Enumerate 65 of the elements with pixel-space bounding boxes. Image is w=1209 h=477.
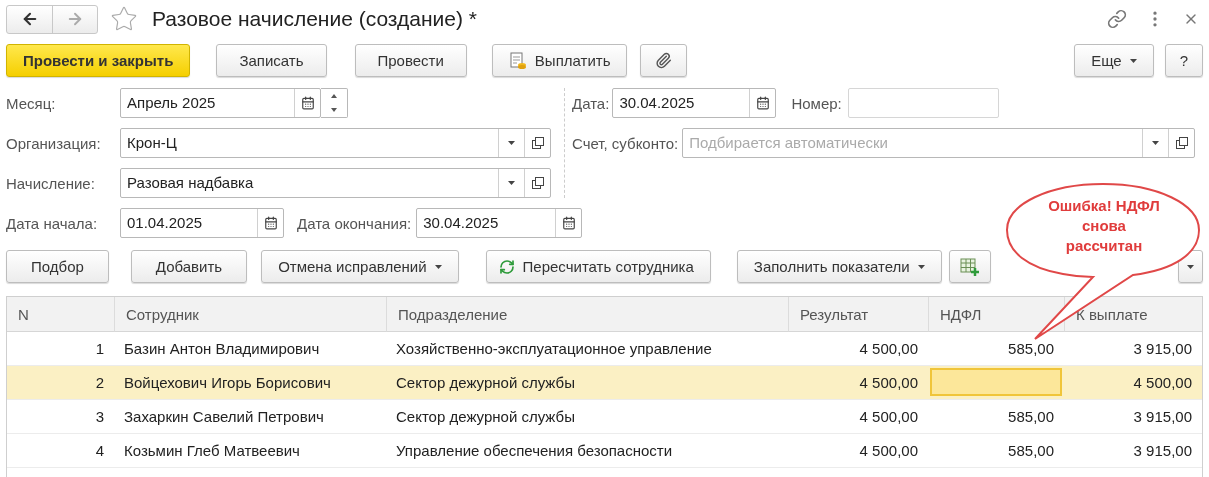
star-icon[interactable] xyxy=(110,5,138,33)
recalculate-button[interactable]: Пересчитать сотрудника xyxy=(485,250,711,283)
pay-button[interactable]: Выплатить xyxy=(491,44,628,77)
callout-text: Ошибка! НДФЛ снова рассчитан xyxy=(1047,196,1161,256)
open-window-icon xyxy=(531,137,544,149)
calendar-icon xyxy=(300,96,315,110)
caret-icon xyxy=(917,264,925,269)
toolbar-button[interactable]: Записать xyxy=(216,44,327,77)
caret-icon xyxy=(508,181,515,185)
spinner-control[interactable] xyxy=(321,88,348,118)
caret-icon xyxy=(1152,141,1160,145)
caret-icon xyxy=(508,141,515,145)
menu-button[interactable]: Еще xyxy=(1074,44,1154,77)
caret-icon xyxy=(1187,264,1194,269)
field-label: Организация: xyxy=(6,134,102,152)
table-cell: 4 500,00 xyxy=(1064,366,1202,400)
attach-button[interactable] xyxy=(640,44,688,77)
caret-icon xyxy=(434,264,442,269)
field-label: Дата начала: xyxy=(6,214,99,232)
table-cell: 2 xyxy=(7,366,114,400)
toolbar-button[interactable]: ? xyxy=(1164,44,1203,77)
date-field[interactable]: 30.04.2025 xyxy=(612,88,777,118)
field-label: Начисление: xyxy=(6,174,96,192)
number-field[interactable] xyxy=(847,88,999,118)
caret-icon xyxy=(1129,58,1137,63)
menu-button[interactable]: Отмена исправлений xyxy=(261,250,459,283)
field-label: Дата: xyxy=(572,94,610,112)
end-date-field[interactable]: 30.04.2025 xyxy=(416,208,583,238)
link-icon[interactable] xyxy=(1107,9,1127,29)
field-label: Номер: xyxy=(791,94,842,112)
column-header[interactable]: N xyxy=(7,297,114,332)
menu-button[interactable]: Заполнить показатели xyxy=(736,250,942,283)
paperclip-icon xyxy=(655,52,673,69)
post-close-button[interactable]: Провести и закрыть xyxy=(6,44,191,77)
focused-cell[interactable] xyxy=(930,368,1062,396)
column-header[interactable]: Результат xyxy=(788,297,928,332)
month-field[interactable]: Апрель 2025 xyxy=(120,88,321,118)
spin-up-icon xyxy=(331,94,337,98)
window-title: Разовое начисление (создание) * xyxy=(152,7,477,31)
calendar-icon xyxy=(561,216,576,230)
toolbar-button[interactable]: Подбор xyxy=(6,250,109,283)
spin-down-icon xyxy=(331,108,337,112)
start-date-field[interactable]: 01.04.2025 xyxy=(120,208,284,238)
accrual-field[interactable]: Разовая надбавка xyxy=(120,168,551,198)
field-label: Счет, субконто: xyxy=(572,134,679,152)
organization-field[interactable]: Крон-Ц xyxy=(120,128,551,158)
column-header[interactable]: Подразделение xyxy=(386,297,788,332)
column-header[interactable]: НДФЛ xyxy=(928,297,1064,332)
calendar-icon xyxy=(755,96,770,110)
table-cell: Войцехович Игорь Борисович xyxy=(114,366,386,400)
refresh-icon xyxy=(498,258,515,275)
add-table-button[interactable] xyxy=(948,250,991,283)
open-window-icon xyxy=(531,177,544,189)
toolbar-button[interactable]: Провести xyxy=(354,44,467,77)
field-label: Дата окончания: xyxy=(297,214,412,232)
open-window-icon xyxy=(1175,137,1188,149)
calendar-icon xyxy=(263,216,278,230)
field-label: Месяц: xyxy=(6,94,57,112)
arrow-right-icon xyxy=(66,10,84,28)
document-coins-icon xyxy=(508,51,527,70)
table-add-icon xyxy=(959,257,980,276)
table-cell: Сектор дежурной службы xyxy=(386,366,788,400)
table-cell: 4 500,00 xyxy=(788,366,928,400)
column-header[interactable]: Сотрудник xyxy=(114,297,386,332)
toolbar-button[interactable]: Добавить xyxy=(130,250,248,283)
